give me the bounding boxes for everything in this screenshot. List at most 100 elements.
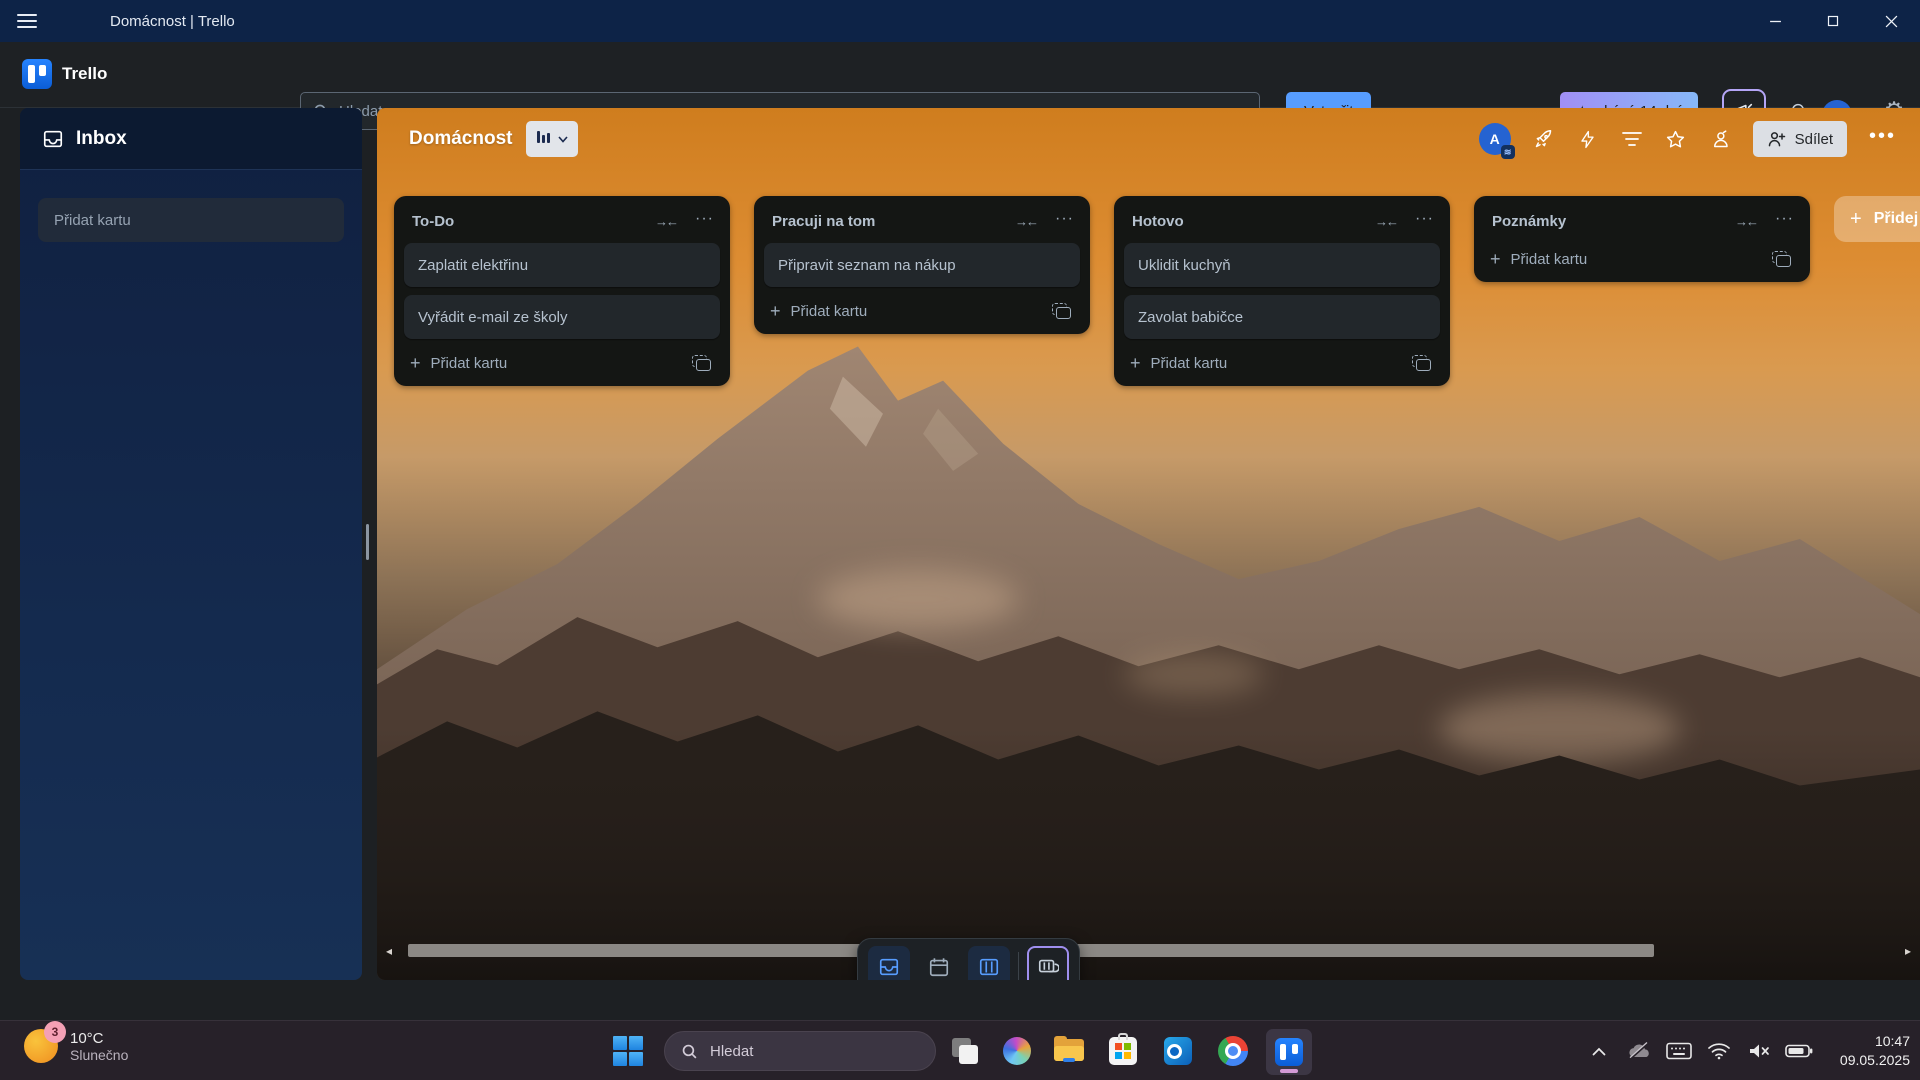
person-plus-icon: [1767, 130, 1787, 148]
create-from-template-icon[interactable]: [1052, 303, 1072, 321]
chrome-button[interactable]: [1215, 1033, 1251, 1069]
minimize-icon[interactable]: [1746, 0, 1804, 42]
list-more-icon[interactable]: ···: [1775, 210, 1794, 233]
screen: Domácnost | Trello Trello Vytvořit ✦ zbý…: [0, 0, 1920, 1080]
card[interactable]: Uklidit kuchyň: [1124, 243, 1440, 287]
board-columns-icon: [978, 956, 1000, 978]
volume-muted-icon[interactable]: [1744, 1036, 1774, 1066]
card[interactable]: Vyřádit e-mail ze školy: [404, 295, 720, 339]
view-calendar-button[interactable]: [918, 946, 960, 980]
sidebar-resize-handle[interactable]: [366, 524, 369, 560]
board-more-icon[interactable]: •••: [1869, 125, 1896, 154]
view-inbox-button[interactable]: [868, 946, 910, 980]
create-from-template-icon[interactable]: [692, 355, 712, 373]
collapse-list-icon[interactable]: →←: [1735, 214, 1757, 229]
add-list-button[interactable]: + Přidej: [1834, 196, 1920, 242]
task-view-button[interactable]: [947, 1033, 983, 1069]
collapse-list-icon[interactable]: →←: [1015, 214, 1037, 229]
list-todo: To-Do →← ··· Zaplatit elektřinu Vyřádit …: [394, 196, 730, 386]
share-button[interactable]: Sdílet: [1753, 121, 1847, 157]
admin-badge-icon: ≋: [1501, 145, 1515, 159]
list-title: To-Do: [412, 213, 655, 230]
create-from-template-icon[interactable]: [1412, 355, 1432, 373]
inbox-icon: [42, 128, 64, 150]
collapse-list-icon[interactable]: →←: [1375, 214, 1397, 229]
list-title: Hotovo: [1132, 213, 1375, 230]
list-in-progress: Pracuji na tom →← ··· Připravit seznam n…: [754, 196, 1090, 334]
trello-brand[interactable]: Trello: [22, 59, 107, 89]
board-swipe-icon: [1037, 956, 1059, 978]
onedrive-paused-icon[interactable]: [1624, 1036, 1654, 1066]
board-title: Domácnost: [409, 128, 512, 150]
folder-icon: [1054, 1039, 1084, 1063]
share-label: Sdílet: [1795, 131, 1833, 148]
copilot-button[interactable]: [999, 1033, 1035, 1069]
taskbar-clock[interactable]: 10:47 09.05.2025: [1824, 1032, 1910, 1070]
battery-icon[interactable]: [1784, 1036, 1814, 1066]
add-card-button[interactable]: +Přidat kartu: [1130, 353, 1412, 374]
list-title: Poznámky: [1492, 213, 1735, 230]
taskbar-search-placeholder: Hledat: [710, 1043, 753, 1060]
search-icon: [681, 1043, 698, 1060]
file-explorer-button[interactable]: [1051, 1033, 1087, 1069]
wifi-icon[interactable]: [1704, 1036, 1734, 1066]
weather-condition: Slunečno: [70, 1047, 128, 1063]
store-icon: [1109, 1037, 1137, 1065]
clock-date: 09.05.2025: [1824, 1051, 1910, 1070]
inbox-header: Inbox: [20, 108, 362, 170]
trello-logo-icon: [22, 59, 52, 89]
add-card-button[interactable]: +Přidat kartu: [1490, 249, 1772, 270]
list-more-icon[interactable]: ···: [1055, 210, 1074, 233]
inbox-title: Inbox: [76, 128, 127, 150]
list-more-icon[interactable]: ···: [695, 210, 714, 233]
taskbar-search[interactable]: Hledat: [664, 1031, 936, 1071]
calendar-icon: [928, 956, 950, 978]
hamburger-menu-icon[interactable]: [0, 0, 54, 42]
clock-time: 10:47: [1824, 1032, 1910, 1051]
window-title: Domácnost | Trello: [110, 13, 235, 30]
maximize-icon[interactable]: [1804, 0, 1862, 42]
app-name: Trello: [62, 64, 107, 84]
board-member-avatar[interactable]: A ≋: [1479, 123, 1511, 155]
sun-icon: 3: [24, 1029, 58, 1063]
board-view-switcher[interactable]: [526, 121, 578, 157]
card[interactable]: Zavolat babičce: [1124, 295, 1440, 339]
create-from-template-icon[interactable]: [1772, 251, 1792, 269]
inbox-sidebar: Inbox Přidat kartu: [20, 108, 362, 980]
add-card-button[interactable]: +Přidat kartu: [770, 301, 1052, 322]
star-icon[interactable]: [1665, 128, 1687, 150]
filter-icon[interactable]: [1621, 128, 1643, 150]
window-controls: [1746, 0, 1920, 42]
window-titlebar: Domácnost | Trello: [0, 0, 1920, 42]
system-tray: 10:47 09.05.2025: [1584, 1021, 1920, 1080]
add-card-button[interactable]: +Přidat kartu: [410, 353, 692, 374]
board-header-actions: A ≋ Sd: [1479, 121, 1896, 157]
list-done: Hotovo →← ··· Uklidit kuchyň Zavolat bab…: [1114, 196, 1450, 386]
outlook-icon: [1164, 1037, 1192, 1065]
touch-keyboard-icon[interactable]: [1664, 1036, 1694, 1066]
view-layout-button[interactable]: [1027, 946, 1069, 980]
inbox-add-card-input[interactable]: Přidat kartu: [38, 198, 344, 242]
card[interactable]: Připravit seznam na nákup: [764, 243, 1080, 287]
microsoft-store-button[interactable]: [1105, 1033, 1141, 1069]
view-switcher-pill: [857, 938, 1080, 980]
power-ups-bolt-icon[interactable]: [1577, 128, 1599, 150]
card[interactable]: Zaplatit elektřinu: [404, 243, 720, 287]
scroll-left-icon[interactable]: ◂: [386, 944, 392, 958]
view-board-button[interactable]: [968, 946, 1010, 980]
weather-widget[interactable]: 3 10°C Slunečno: [24, 1029, 128, 1063]
trello-taskbar-button[interactable]: [1266, 1029, 1312, 1075]
close-icon[interactable]: [1862, 0, 1920, 42]
automation-butler-icon[interactable]: [1709, 128, 1731, 150]
tray-chevron-up-icon[interactable]: [1584, 1036, 1614, 1066]
start-button[interactable]: [613, 1036, 643, 1066]
inbox-view-icon: [878, 956, 900, 978]
weather-temp: 10°C: [70, 1030, 128, 1047]
collapse-list-icon[interactable]: →←: [655, 214, 677, 229]
chevron-down-icon: [558, 136, 568, 143]
scroll-right-icon[interactable]: ▸: [1905, 944, 1911, 958]
task-view-icon: [952, 1038, 978, 1064]
rocket-icon[interactable]: [1533, 128, 1555, 150]
outlook-button[interactable]: [1160, 1033, 1196, 1069]
list-more-icon[interactable]: ···: [1415, 210, 1434, 233]
